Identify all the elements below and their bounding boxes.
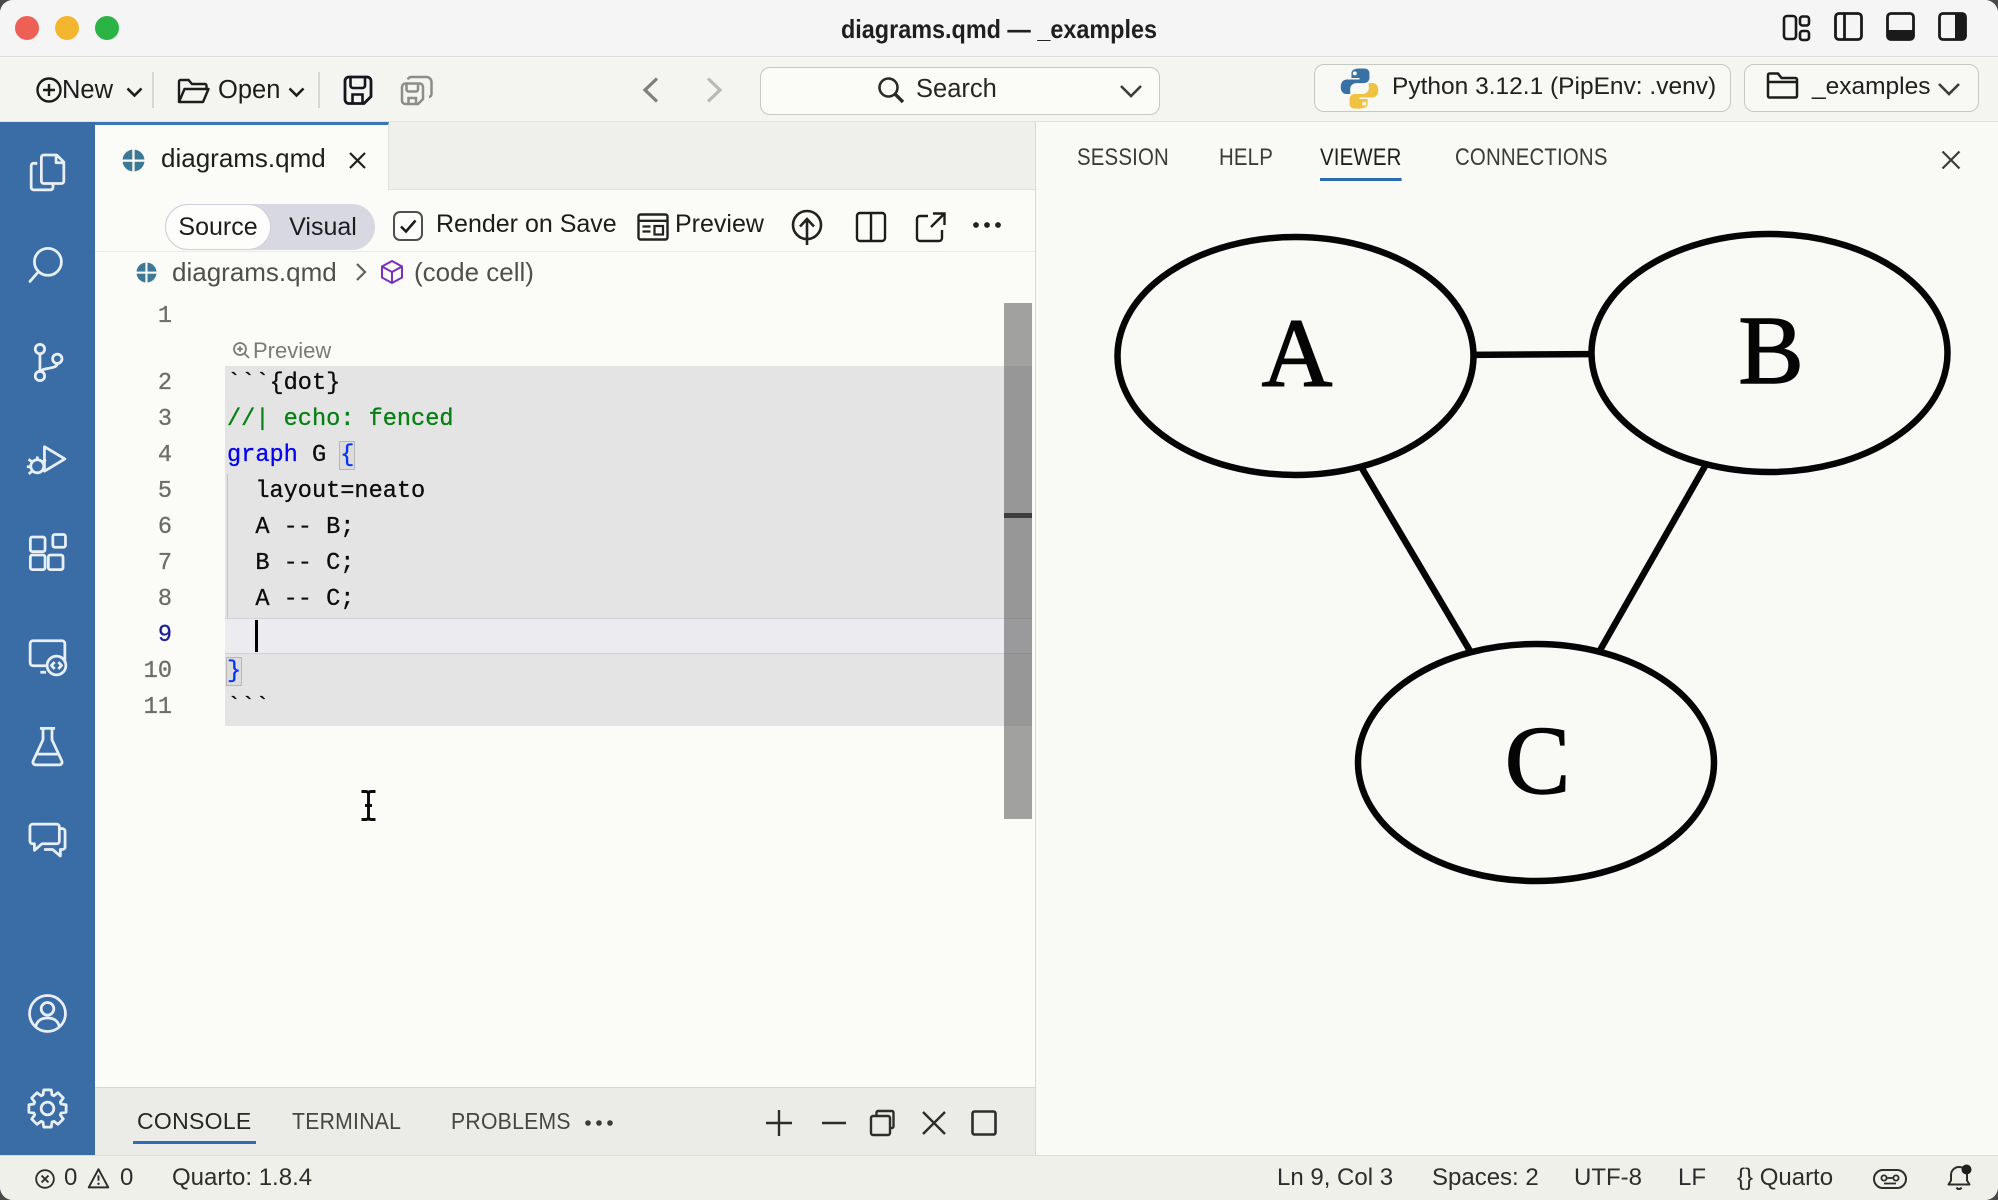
svg-text:C: C [1505, 707, 1570, 815]
svg-text:A: A [1262, 300, 1333, 408]
svg-text:B: B [1738, 297, 1803, 405]
